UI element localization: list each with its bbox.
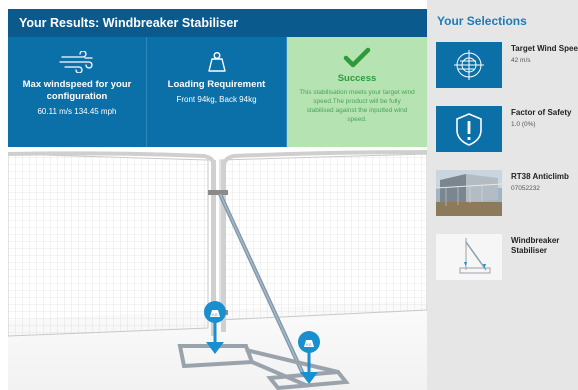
selection-name: Windbreaker Stabiliser	[511, 236, 560, 255]
stabiliser-diagram	[436, 234, 502, 280]
selection-rt38-anticlimb[interactable]: RT38 Anticlimb 07052232	[435, 170, 578, 216]
wind-icon	[59, 50, 95, 74]
selections-panel: Your Selections Target Wind Speed 42 m/s	[427, 0, 578, 390]
loading-requirement-card: Loading Requirement Front 94kg, Back 94k…	[147, 37, 287, 147]
selection-windbreaker-stabiliser[interactable]: Windbreaker Stabiliser	[436, 234, 578, 280]
max-windspeed-title: Max windspeed for your configuration	[22, 79, 132, 102]
loading-requirement-value: Front 94kg, Back 94kg	[176, 95, 257, 104]
selection-target-wind-speed[interactable]: Target Wind Speed 42 m/s	[436, 42, 578, 88]
fence-photo	[435, 170, 503, 216]
stabiliser-3d-view[interactable]: KG KG	[7, 150, 428, 390]
selection-name: RT38 Anticlimb	[511, 172, 569, 181]
loading-requirement-title: Loading Requirement	[167, 79, 266, 90]
success-card: Success This stabilisation meets your ta…	[287, 37, 427, 147]
weight-icon	[206, 51, 228, 73]
results-header: Your Results: Windbreaker Stabiliser	[8, 9, 427, 37]
selection-value: 07052232	[511, 185, 540, 192]
selection-value: 1.0 (0%)	[511, 121, 536, 128]
wind-target-icon	[436, 42, 502, 88]
shield-alert-icon	[436, 106, 502, 152]
selections-title: Your Selections	[437, 14, 527, 28]
results-cards: Max windspeed for your configuration 60.…	[8, 37, 427, 147]
max-windspeed-card: Max windspeed for your configuration 60.…	[8, 37, 147, 147]
selection-name: Target Wind Speed	[511, 44, 578, 53]
success-message: This stabilisation meets your target win…	[299, 89, 415, 123]
selection-value: 42 m/s	[511, 57, 531, 64]
checkmark-icon	[343, 47, 371, 69]
weight-label-back: KG	[306, 343, 311, 347]
results-panel: Your Results: Windbreaker Stabiliser Max…	[0, 0, 428, 390]
selection-name: Factor of Safety	[511, 108, 572, 117]
success-title: Success	[337, 73, 377, 84]
max-windspeed-value: 60.11 m/s 134.45 mph	[37, 107, 117, 116]
selection-factor-of-safety[interactable]: Factor of Safety 1.0 (0%)	[436, 106, 578, 152]
weight-label-front: KG	[212, 313, 217, 317]
